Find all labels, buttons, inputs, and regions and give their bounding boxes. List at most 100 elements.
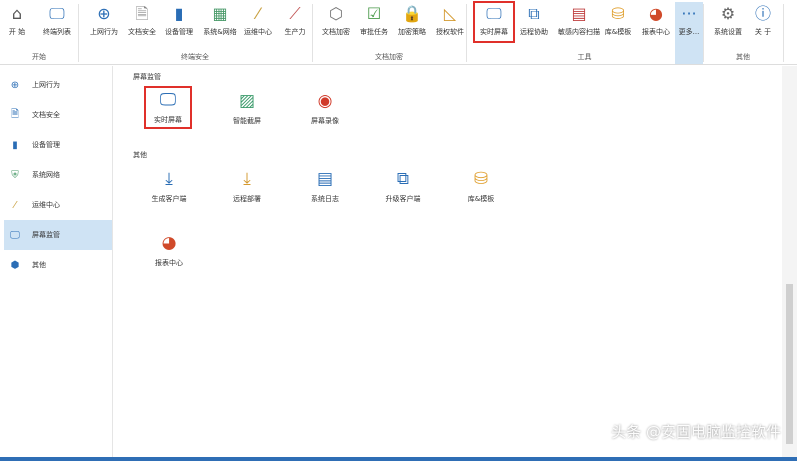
tile-1-3[interactable]: ⧉ 升级客户端 bbox=[378, 168, 428, 204]
gear-icon: ⚙ bbox=[720, 4, 736, 23]
ribbon-button-0[interactable]: ⌂ 开 始 bbox=[2, 2, 32, 42]
tile-0-0[interactable]: 🖵 实时屏幕 bbox=[144, 86, 192, 129]
tile-label: 智能截屏 bbox=[233, 117, 261, 125]
tile-1-2[interactable]: ▤ 系统日志 bbox=[300, 168, 350, 204]
sidebar-item-2[interactable]: ▮ 设备管理 bbox=[4, 130, 112, 160]
image-icon: ▨ bbox=[238, 91, 256, 111]
vertical-scrollbar[interactable] bbox=[782, 66, 797, 457]
ribbon-group-label: 文档加密 bbox=[375, 53, 403, 61]
ribbon-button-label: 系统&网络 bbox=[203, 28, 237, 36]
home-icon: ⌂ bbox=[11, 4, 23, 23]
ribbon-button-5[interactable]: ▦ 系统&网络 bbox=[200, 2, 240, 42]
sidebar-item-label: 屏幕监管 bbox=[32, 231, 60, 239]
ribbon-button-label: 关 于 bbox=[754, 28, 772, 36]
ribbon-button-label: 更多... bbox=[678, 28, 700, 36]
sidebar-item-4[interactable]: ⁄ 运维中心 bbox=[4, 190, 112, 220]
magic-wand-icon: ⁄ bbox=[256, 4, 260, 23]
monitor-icon: 🖵 bbox=[486, 4, 502, 23]
ribbon-button-label: 开 始 bbox=[8, 28, 26, 36]
box-shield-icon: ⬡ bbox=[329, 4, 343, 23]
monitor-icon: 🖵 bbox=[159, 90, 177, 110]
ribbon-button-1[interactable]: 🖵 终端列表 bbox=[38, 2, 76, 42]
ribbon-divider bbox=[703, 4, 704, 62]
ribbon-button-label: 设备管理 bbox=[165, 28, 193, 36]
ribbon-button-2[interactable]: ⊕ 上网行为 bbox=[86, 2, 122, 42]
ribbon-button-16[interactable]: ◕ 报表中心 bbox=[638, 2, 674, 42]
status-bar bbox=[0, 457, 797, 461]
upgrade-client-icon: ⧉ bbox=[396, 169, 410, 189]
ribbon-button-label: 审批任务 bbox=[360, 28, 388, 36]
ribbon-button-label: 运维中心 bbox=[244, 28, 272, 36]
ribbon-divider bbox=[783, 4, 784, 62]
sidebar-item-1[interactable]: 🗎 文档安全 bbox=[4, 100, 112, 130]
cube-icon: ⬢ bbox=[10, 259, 20, 271]
ribbon-group-label: 工具 bbox=[577, 53, 592, 61]
database-gear-icon: ⛁ bbox=[611, 4, 625, 23]
tile-0-1[interactable]: ▨ 智能截屏 bbox=[222, 90, 272, 126]
ribbon-group-label: 其他 bbox=[736, 53, 750, 61]
ribbon-button-11[interactable]: ◺ 授权软件 bbox=[432, 2, 468, 42]
tile-label: 生成客户端 bbox=[151, 195, 187, 203]
tile-label: 报表中心 bbox=[155, 259, 183, 267]
ribbon-button-7[interactable]: ⟋ 生产力 bbox=[280, 2, 310, 42]
ruler-pencil-icon: ◺ bbox=[443, 4, 457, 23]
ribbon-button-14[interactable]: ▤ 敏感内容扫描 bbox=[557, 2, 601, 42]
sidebar-item-6[interactable]: ⬢ 其他 bbox=[4, 250, 112, 280]
ribbon-group-label: 开始 bbox=[32, 53, 46, 61]
ribbon-button-8[interactable]: ⬡ 文档加密 bbox=[318, 2, 354, 42]
tile-0-2[interactable]: ◉ 屏幕录像 bbox=[300, 90, 350, 126]
network-icon: ⛨ bbox=[11, 169, 19, 181]
sidebar-item-0[interactable]: ⊕ 上网行为 bbox=[4, 70, 112, 100]
document-icon: 🗎 bbox=[10, 108, 20, 120]
sidebar-item-label: 文档安全 bbox=[32, 111, 60, 119]
clipboard-check-icon: ☑ bbox=[366, 4, 382, 23]
pie-chart-icon: ◕ bbox=[649, 4, 663, 23]
ribbon-divider bbox=[466, 4, 467, 62]
ribbon-button-label: 生产力 bbox=[284, 28, 306, 36]
ribbon-button-6[interactable]: ⁄ 运维中心 bbox=[240, 2, 276, 42]
sidebar-item-label: 设备管理 bbox=[32, 141, 60, 149]
ribbon-button-label: 远程协助 bbox=[520, 28, 548, 36]
magic-wand-icon: ⁄ bbox=[14, 199, 16, 211]
log-icon: ▤ bbox=[316, 169, 334, 189]
tile-label: 屏幕录像 bbox=[311, 117, 339, 125]
ribbon-button-13[interactable]: ⧉ 远程协助 bbox=[515, 2, 553, 42]
section-title: 屏幕监管 bbox=[133, 73, 161, 81]
ribbon-button-15[interactable]: ⛁ 库&模板 bbox=[600, 2, 636, 42]
sidebar-item-5[interactable]: 🖵 屏幕监管 bbox=[4, 220, 112, 250]
scrollbar-thumb[interactable] bbox=[786, 284, 793, 444]
tile-label: 远程部署 bbox=[233, 195, 261, 203]
ribbon-button-label: 系统设置 bbox=[714, 28, 742, 36]
tile-1-0[interactable]: ⤓ 生成客户端 bbox=[144, 168, 194, 204]
ribbon-toolbar: ⌂ 开 始 🖵 终端列表 ⊕ 上网行为 🗎 文档安全 ▮ 设备管理 ▦ 系统&网络 ⁄ 运维中心 ⟋ 生产力 ⬡… bbox=[0, 0, 797, 65]
tile-1-5[interactable]: ◕ 报表中心 bbox=[144, 232, 194, 268]
ribbon-button-label: 加密策略 bbox=[398, 28, 426, 36]
ribbon-button-9[interactable]: ☑ 审批任务 bbox=[356, 2, 392, 42]
main-panel: 屏幕监管 🖵 实时屏幕 ▨ 智能截屏 ◉ 屏幕录像 其他 ⤓ 生成客户端 ⤓ 远程部署 ▤ 系统日志 ⧉ 升级… bbox=[114, 66, 782, 457]
device-icon: ▮ bbox=[12, 139, 18, 151]
sidebar-item-label: 其他 bbox=[32, 261, 46, 269]
sidebar-item-label: 运维中心 bbox=[32, 201, 60, 209]
ribbon-button-10[interactable]: 🔒 加密策略 bbox=[394, 2, 430, 42]
ribbon-button-label: 实时屏幕 bbox=[480, 28, 508, 36]
section-title: 其他 bbox=[133, 151, 147, 159]
ribbon-button-18[interactable]: ⚙ 系统设置 bbox=[710, 2, 746, 42]
tile-1-4[interactable]: ⛁ 库&模板 bbox=[456, 168, 506, 204]
ribbon-button-3[interactable]: 🗎 文档安全 bbox=[124, 2, 160, 42]
sidebar-item-3[interactable]: ⛨ 系统网络 bbox=[4, 160, 112, 190]
ribbon-button-19[interactable]: ⓘ 关 于 bbox=[750, 2, 776, 42]
ribbon-button-12[interactable]: 🖵 实时屏幕 bbox=[473, 1, 515, 43]
monitors-icon: 🖵 bbox=[49, 4, 65, 23]
tile-1-1[interactable]: ⤓ 远程部署 bbox=[222, 168, 272, 204]
firewall-icon: ▦ bbox=[212, 4, 228, 23]
record-icon: ◉ bbox=[317, 91, 333, 111]
document-scan-icon: ▤ bbox=[571, 4, 587, 23]
ribbon-button-label: 文档加密 bbox=[322, 28, 350, 36]
ribbon-button-4[interactable]: ▮ 设备管理 bbox=[160, 2, 198, 42]
ribbon-divider bbox=[78, 4, 79, 62]
deploy-icon: ⤓ bbox=[243, 169, 251, 189]
ribbon-button-label: 报表中心 bbox=[642, 28, 670, 36]
usb-device-icon: ▮ bbox=[174, 4, 184, 23]
ribbon-button-label: 敏感内容扫描 bbox=[558, 28, 600, 36]
watermark: 头条 @安固电脑监控软件 bbox=[611, 423, 781, 441]
